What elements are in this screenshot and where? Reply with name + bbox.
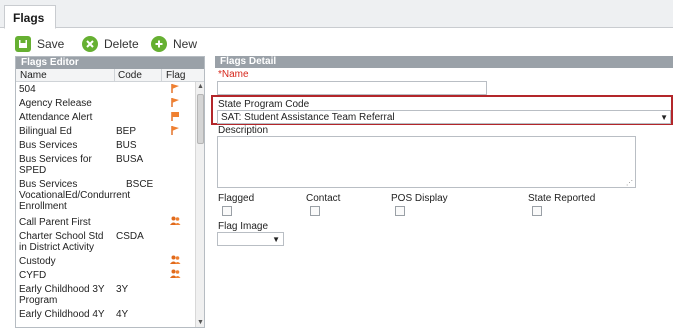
row-code: BUS <box>116 140 137 151</box>
flag-image-select[interactable]: ▼ <box>217 232 284 246</box>
flagged-label: Flagged <box>218 193 255 204</box>
row-code: 3Y <box>116 284 129 295</box>
flagged-checkbox[interactable] <box>222 206 232 216</box>
add-icon <box>151 36 167 52</box>
list-item[interactable]: Charter School Std in District Activity … <box>16 229 193 254</box>
list-item[interactable]: Early Childhood 3Y Program 3Y <box>16 282 193 307</box>
save-icon <box>15 36 31 52</box>
new-label: New <box>173 37 198 51</box>
row-name: 504 <box>19 84 36 95</box>
pos-display-label: POS Display <box>391 193 448 204</box>
list-item[interactable]: Attendance Alert <box>16 110 193 124</box>
row-name: Bus Services VocationalEd/Condurrent Enr… <box>19 179 131 212</box>
flags-editor-title: Flags Editor <box>16 57 204 69</box>
list-item[interactable]: Bus Services for SPED BUSA <box>16 152 193 177</box>
scroll-up-icon[interactable]: ▲ <box>197 83 204 90</box>
tab-flags[interactable]: Flags <box>4 5 56 29</box>
tab-bar: Flags <box>0 0 673 29</box>
column-header-name[interactable]: Name <box>20 70 47 81</box>
people-icon <box>170 269 182 280</box>
column-header-code[interactable]: Code <box>118 70 142 81</box>
row-name: Bus Services <box>19 140 78 151</box>
state-program-code-label: State Program Code <box>218 99 310 110</box>
save-button[interactable]: Save <box>15 35 64 53</box>
flag-icon <box>170 125 182 136</box>
name-label: *Name <box>218 69 249 80</box>
chevron-down-icon: ▼ <box>660 113 668 122</box>
list-item[interactable]: Custody <box>16 254 193 268</box>
contact-checkbox[interactable] <box>310 206 320 216</box>
flags-editor-panel: Flags Editor Name Code Flag 504 Agency R… <box>15 56 205 328</box>
contact-label: Contact <box>306 193 341 204</box>
row-name: Early Childhood 3Y Program <box>19 284 105 306</box>
toolbar: Save Delete New <box>0 30 673 58</box>
flags-detail-panel: Flags Detail *Name State Program Code SA… <box>211 56 673 328</box>
people-icon <box>170 216 182 227</box>
description-field[interactable]: ⋰ <box>217 136 636 188</box>
scroll-down-icon[interactable]: ▼ <box>197 319 204 326</box>
list-scrollbar[interactable]: ▲ ▼ <box>195 82 204 327</box>
new-button[interactable]: New <box>151 35 197 53</box>
list-item[interactable]: CYFD <box>16 268 193 282</box>
people-icon <box>170 255 182 266</box>
state-program-code-value: SAT: Student Assistance Team Referral <box>221 112 395 123</box>
state-reported-label: State Reported <box>528 193 596 204</box>
list-item[interactable]: Early Childhood 4Y 4Y <box>16 307 193 321</box>
column-header-flag[interactable]: Flag <box>166 70 185 81</box>
list-item[interactable]: Bus Services BUS <box>16 138 193 152</box>
row-name: Attendance Alert <box>19 112 93 123</box>
row-code: BEP <box>116 126 137 137</box>
row-code: CSDA <box>116 231 144 242</box>
name-field[interactable] <box>217 81 487 95</box>
scroll-thumb[interactable] <box>197 94 204 144</box>
row-code: BSCE <box>126 179 154 190</box>
row-name: Custody <box>19 256 56 267</box>
state-reported-checkbox[interactable] <box>532 206 542 216</box>
chevron-down-icon: ▼ <box>272 235 280 244</box>
delete-icon <box>82 36 98 52</box>
delete-button[interactable]: Delete <box>82 35 139 53</box>
list-item[interactable]: Bus Services VocationalEd/Condurrent Enr… <box>16 177 193 215</box>
description-label: Description <box>218 125 269 136</box>
resize-grip-icon[interactable]: ⋰ <box>626 179 633 187</box>
column-header-row: Name Code Flag <box>16 69 204 82</box>
row-name: Early Childhood 4Y <box>19 309 105 320</box>
row-code: BUSA <box>116 154 144 165</box>
row-name: Agency Release <box>19 98 92 109</box>
flags-list: 504 Agency Release Attendance Alert Bili… <box>16 82 193 321</box>
delete-label: Delete <box>104 37 139 51</box>
flag-icon <box>170 83 182 94</box>
row-name: Bilingual Ed <box>19 126 72 137</box>
flags-detail-title: Flags Detail <box>215 56 673 68</box>
list-item[interactable]: Agency Release <box>16 96 193 110</box>
alert-flag-icon <box>170 111 182 122</box>
list-item[interactable]: Call Parent First <box>16 215 193 229</box>
pos-display-checkbox[interactable] <box>395 206 405 216</box>
flag-image-label: Flag Image <box>218 221 269 232</box>
row-name: CYFD <box>19 270 47 281</box>
flag-icon <box>170 97 182 108</box>
row-code: 4Y <box>116 309 129 320</box>
save-label: Save <box>37 37 65 51</box>
row-name: Call Parent First <box>19 217 91 228</box>
row-name: Charter School Std in District Activity <box>19 231 104 253</box>
list-item[interactable]: Bilingual Ed BEP <box>16 124 193 138</box>
row-name: Bus Services for SPED <box>19 154 92 176</box>
state-program-code-select[interactable]: SAT: Student Assistance Team Referral ▼ <box>217 110 671 124</box>
list-item[interactable]: 504 <box>16 82 193 96</box>
